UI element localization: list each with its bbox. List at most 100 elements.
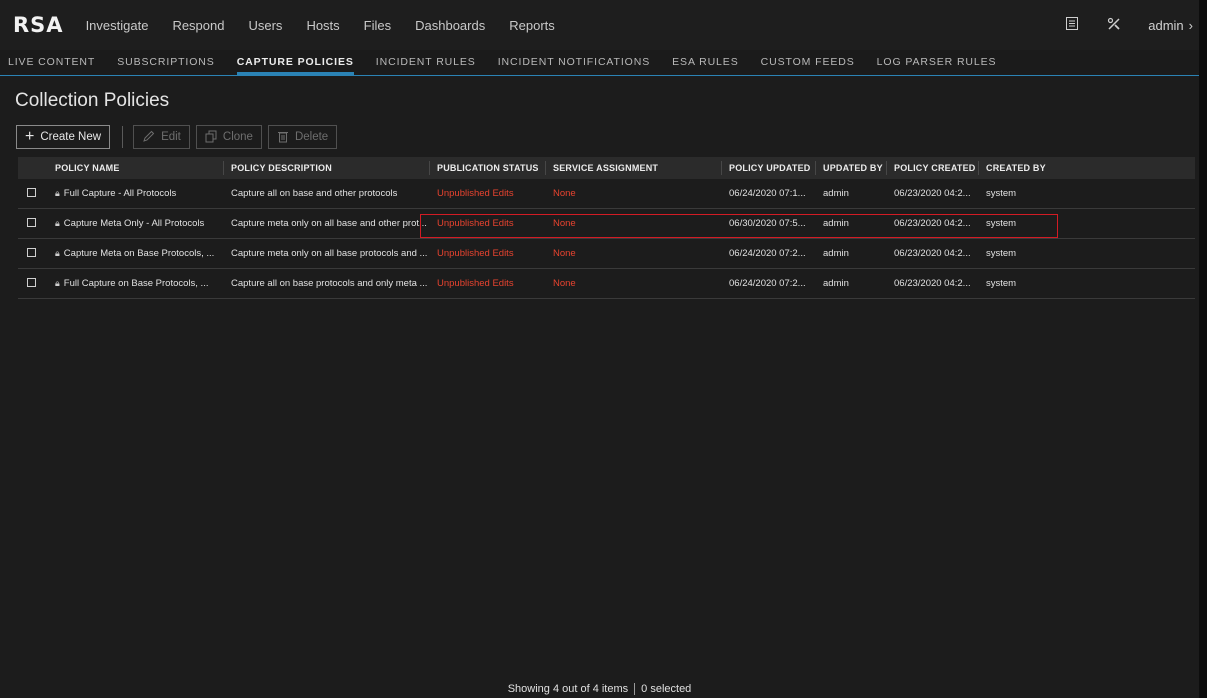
rsa-logo[interactable]: RSA <box>13 13 64 37</box>
row-checkbox[interactable] <box>27 277 36 287</box>
policy-updated: 06/24/2020 07:2... <box>729 278 806 289</box>
lock-icon: 🔒︎ <box>55 248 60 258</box>
header-filler <box>1049 157 1195 179</box>
header-created-by[interactable]: CREATED BY <box>979 157 1049 179</box>
table-row[interactable]: 🔒︎ Capture Meta on Base Protocols, ... Ca… <box>18 239 1195 269</box>
policy-name-cell[interactable]: 🔒︎ Capture Meta Only - All Protocols <box>48 218 224 229</box>
publication-status: Unpublished Edits <box>437 188 514 199</box>
user-name: admin <box>1148 17 1184 33</box>
table-header: POLICY NAME POLICY DESCRIPTION PUBLICATI… <box>18 157 1195 179</box>
header-service-assignment[interactable]: SERVICE ASSIGNMENT <box>546 157 722 179</box>
header-publication-status[interactable]: PUBLICATION STATUS <box>430 157 546 179</box>
report-icon[interactable] <box>1064 17 1080 33</box>
create-new-label: Create New <box>40 131 102 143</box>
policy-created: 06/23/2020 04:2... <box>894 188 971 199</box>
service-assignment: None <box>553 218 576 229</box>
service-assignment: None <box>553 248 576 259</box>
sub-nav: LIVE CONTENT SUBSCRIPTIONS CAPTURE POLIC… <box>0 50 1199 76</box>
clone-label: Clone <box>222 131 253 143</box>
toolbar: + Create New Edit Clone Delete <box>16 124 1199 150</box>
updated-by: admin <box>823 278 849 289</box>
create-new-button[interactable]: + Create New <box>16 125 111 149</box>
toolbar-divider <box>122 126 124 148</box>
showing-count: Showing 4 out of 4 items <box>507 683 629 695</box>
created-by: system <box>986 218 1017 229</box>
policy-name-cell[interactable]: 🔒︎ Full Capture on Base Protocols, ... <box>48 278 224 289</box>
row-checkbox[interactable] <box>27 247 36 257</box>
policy-name-cell[interactable]: 🔒︎ Full Capture - All Protocols <box>48 188 224 199</box>
updated-by: admin <box>823 248 849 259</box>
policy-description: Capture all on base protocols and only m… <box>231 278 428 289</box>
top-nav-right: admin › <box>1064 0 1193 50</box>
top-nav: RSA Investigate Respond Users Hosts File… <box>0 0 1199 50</box>
nav-files[interactable]: Files <box>364 18 391 33</box>
policy-created: 06/23/2020 04:2... <box>894 278 971 289</box>
nav-users[interactable]: Users <box>248 18 282 33</box>
lock-icon: 🔒︎ <box>55 278 60 288</box>
row-checkbox[interactable] <box>27 217 36 227</box>
delete-button[interactable]: Delete <box>267 125 338 149</box>
nav-respond[interactable]: Respond <box>172 18 224 33</box>
tab-live-content[interactable]: LIVE CONTENT <box>8 50 95 75</box>
trash-icon <box>277 130 289 145</box>
updated-by: admin <box>823 188 849 199</box>
policy-description: Capture all on base and other protocols <box>231 188 398 199</box>
edit-button[interactable]: Edit <box>133 125 190 149</box>
header-policy-description[interactable]: POLICY DESCRIPTION <box>224 157 430 179</box>
policy-name: Full Capture - All Protocols <box>63 188 177 199</box>
nav-reports[interactable]: Reports <box>509 18 555 33</box>
service-assignment: None <box>553 188 576 199</box>
nav-dashboards[interactable]: Dashboards <box>415 18 485 33</box>
lock-icon: 🔒︎ <box>55 218 60 228</box>
header-policy-updated[interactable]: POLICY UPDATED <box>722 157 816 179</box>
clone-icon <box>205 130 217 145</box>
row-checkbox-cell <box>18 247 48 260</box>
policy-description: Capture meta only on all base protocols … <box>231 248 428 259</box>
chevron-right-icon: › <box>1188 17 1193 33</box>
policy-name: Capture Meta on Base Protocols, ... <box>63 248 215 259</box>
tab-subscriptions[interactable]: SUBSCRIPTIONS <box>117 50 214 75</box>
created-by: system <box>986 248 1017 259</box>
policy-updated: 06/24/2020 07:2... <box>729 248 806 259</box>
footer-divider <box>634 683 636 696</box>
tools-icon[interactable] <box>1106 17 1122 34</box>
table-row[interactable]: 🔒︎ Full Capture on Base Protocols, ... Ca… <box>18 269 1195 299</box>
header-policy-created[interactable]: POLICY CREATED <box>887 157 979 179</box>
table-row[interactable]: 🔒︎ Capture Meta Only - All Protocols Capt… <box>18 209 1195 239</box>
user-menu[interactable]: admin › <box>1148 18 1193 33</box>
table-footer: Showing 4 out of 4 items 0 selected <box>0 678 1199 698</box>
nav-hosts[interactable]: Hosts <box>306 18 339 33</box>
tab-custom-feeds[interactable]: CUSTOM FEEDS <box>761 50 855 75</box>
created-by: system <box>986 188 1017 199</box>
tab-esa-rules[interactable]: ESA RULES <box>672 50 738 75</box>
created-by: system <box>986 278 1017 289</box>
table-row[interactable]: 🔒︎ Full Capture - All Protocols Capture a… <box>18 179 1195 209</box>
publication-status: Unpublished Edits <box>437 218 514 229</box>
policy-created: 06/23/2020 04:2... <box>894 248 971 259</box>
service-assignment: None <box>553 278 576 289</box>
policy-name: Capture Meta Only - All Protocols <box>63 218 205 229</box>
policy-name-cell[interactable]: 🔒︎ Capture Meta on Base Protocols, ... <box>48 248 224 259</box>
edit-label: Edit <box>161 131 181 143</box>
row-checkbox[interactable] <box>27 187 36 197</box>
tab-incident-rules[interactable]: INCIDENT RULES <box>376 50 476 75</box>
policy-updated: 06/30/2020 07:5... <box>729 218 806 229</box>
plus-icon: + <box>25 128 35 145</box>
tab-capture-policies[interactable]: CAPTURE POLICIES <box>236 50 354 75</box>
app-window: RSA Investigate Respond Users Hosts File… <box>0 0 1207 698</box>
tab-log-parser-rules[interactable]: LOG PARSER RULES <box>877 50 997 75</box>
selected-count: 0 selected <box>641 683 692 695</box>
tab-incident-notifications[interactable]: INCIDENT NOTIFICATIONS <box>498 50 650 75</box>
clone-button[interactable]: Clone <box>195 125 262 149</box>
header-updated-by[interactable]: UPDATED BY <box>816 157 887 179</box>
policy-name: Full Capture on Base Protocols, ... <box>63 278 209 289</box>
policy-created: 06/23/2020 04:2... <box>894 218 971 229</box>
row-checkbox-cell <box>18 277 48 290</box>
pencil-icon <box>142 130 155 145</box>
lock-icon: 🔒︎ <box>55 188 60 198</box>
page-title: Collection Policies <box>15 90 170 111</box>
publication-status: Unpublished Edits <box>437 248 514 259</box>
header-policy-name[interactable]: POLICY NAME <box>48 157 224 179</box>
nav-investigate[interactable]: Investigate <box>86 18 149 33</box>
row-checkbox-cell <box>18 217 48 230</box>
